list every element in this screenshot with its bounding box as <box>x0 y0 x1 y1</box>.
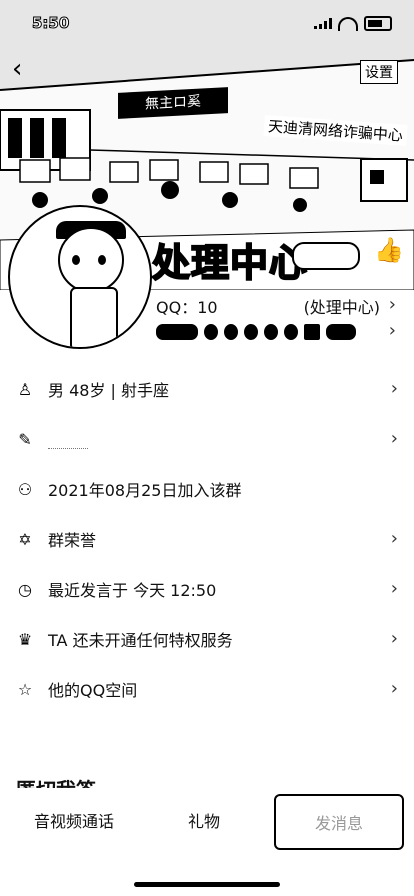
status-bar: 5:50 <box>0 0 414 44</box>
row-join-date: ⚇ 2021年08月25日加入该群 <box>0 464 414 514</box>
row-basic-info-text: 男 48岁 | 射手座 <box>48 381 170 400</box>
avatar[interactable] <box>8 205 152 349</box>
name-tag-pill <box>292 242 360 270</box>
bottom-action-bar: 音视频通话 礼物 发消息 <box>0 792 414 896</box>
chevron-right-icon: › <box>390 628 398 649</box>
section-title: 匿切我答 <box>16 774 96 788</box>
qq-remark: (处理中心) <box>303 298 381 317</box>
avatar-eye <box>72 255 80 265</box>
chevron-right-icon: › <box>390 678 398 699</box>
signal-icon <box>314 18 332 29</box>
qq-number-line[interactable]: QQ：10 (处理中心) <box>156 294 380 318</box>
gift-button[interactable]: 礼物 <box>188 808 220 832</box>
row-join-date-text: 2021年08月25日加入该群 <box>48 481 242 500</box>
av-call-button[interactable]: 音视频通话 <box>34 808 114 832</box>
row-signature[interactable]: ✎ › <box>0 414 414 464</box>
row-qzone-text: 他的QQ空间 <box>48 681 138 700</box>
signature-redacted <box>48 430 88 449</box>
office-logo <box>360 158 408 202</box>
level-badges[interactable] <box>156 324 356 340</box>
status-time: 5:50 <box>31 14 70 33</box>
home-indicator[interactable] <box>134 882 280 887</box>
crown-icon: ♛ <box>17 629 33 649</box>
thumbs-up-icon[interactable]: 👍 <box>374 236 404 264</box>
clock-icon: ◷ <box>18 579 32 599</box>
chevron-right-icon: › <box>390 578 398 599</box>
settings-button[interactable]: 设置 <box>360 60 398 84</box>
row-basic-info[interactable]: ♙ 男 48岁 | 射手座 › <box>0 364 414 414</box>
row-group-honor-text: 群荣誉 <box>48 531 97 550</box>
avatar-eye <box>98 255 106 265</box>
wifi-icon <box>338 16 358 31</box>
chevron-right-icon: › <box>388 294 396 315</box>
level-badge <box>156 324 198 340</box>
level-badge <box>224 324 238 340</box>
chevron-right-icon: › <box>390 378 398 399</box>
chevron-right-icon: › <box>388 320 396 341</box>
status-icons <box>314 16 392 31</box>
level-badge <box>326 324 356 340</box>
level-badge <box>244 324 258 340</box>
row-last-speak-text: 最近发言于 今天 12:50 <box>48 581 217 600</box>
star-outline-icon: ☆ <box>17 679 33 699</box>
avatar-body <box>70 287 118 347</box>
chevron-right-icon: › <box>390 528 398 549</box>
row-last-speak[interactable]: ◷ 最近发言于 今天 12:50 › <box>0 564 414 614</box>
profile-info-list: ♙ 男 48岁 | 射手座 › ✎ › ⚇ 2021年08月25日加入该群 ✡ … <box>0 364 414 714</box>
row-privilege-text: TA 还未开通任何特权服务 <box>48 631 233 650</box>
level-badge <box>264 324 278 340</box>
back-icon[interactable]: ‹ <box>12 54 22 84</box>
level-badge <box>284 324 298 340</box>
avatar-face <box>58 227 124 293</box>
pencil-icon: ✎ <box>18 429 32 449</box>
profile-name: 处理中心 <box>151 240 309 286</box>
row-privilege[interactable]: ♛ TA 还未开通任何特权服务 › <box>0 614 414 664</box>
level-badge <box>204 324 218 340</box>
battery-icon <box>364 16 392 31</box>
level-badge <box>304 324 320 340</box>
person-icon: ♙ <box>17 379 33 399</box>
qq-number: QQ：10 <box>156 298 218 317</box>
send-message-button[interactable]: 发消息 <box>274 794 404 850</box>
chevron-right-icon: › <box>390 428 398 449</box>
star-icon: ✡ <box>18 529 32 549</box>
group-icon: ⚇ <box>17 479 33 499</box>
row-qzone[interactable]: ☆ 他的QQ空间 › <box>0 664 414 714</box>
row-group-honor[interactable]: ✡ 群荣誉 › <box>0 514 414 564</box>
